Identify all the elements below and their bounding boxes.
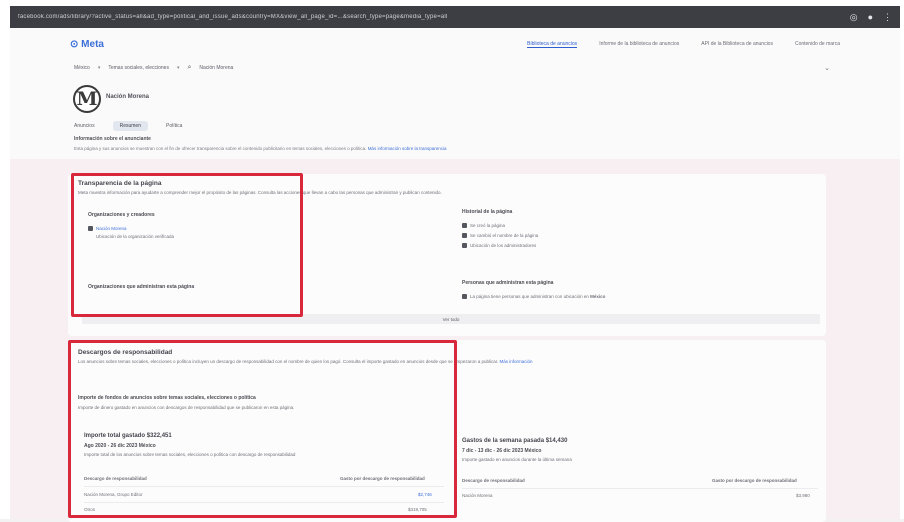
- week-spent-desc: Importe gastado en anuncios durante la ú…: [462, 457, 572, 462]
- history-item: Se creó la página: [462, 223, 505, 229]
- week-row-amount: $3,980: [796, 493, 810, 498]
- search-input[interactable]: Nación Morena: [199, 65, 233, 71]
- nav-ad-library-api[interactable]: API de la Biblioteca de anuncios: [701, 41, 773, 48]
- browser-toolbar: facebook.com/ads/library/?active_status=…: [10, 6, 900, 28]
- tab-summary[interactable]: Resumen: [112, 121, 148, 131]
- location-icon: [462, 243, 467, 249]
- tab-policy[interactable]: Política: [166, 123, 182, 129]
- edit-icon: [462, 233, 467, 239]
- extensions-icon[interactable]: ◎: [850, 12, 858, 23]
- menu-icon[interactable]: ⋮: [883, 12, 892, 23]
- profile-icon[interactable]: ●: [868, 12, 873, 23]
- nav-branded-content[interactable]: Contenido de marca: [795, 41, 840, 48]
- week-spent-title: Gastos de la semana pasada $14,430: [462, 438, 568, 444]
- chevron-down-icon: ▾: [176, 65, 180, 71]
- browser-icons: ◎ ● ⋮: [850, 12, 892, 23]
- meta-logo[interactable]: ⊙ Meta: [70, 39, 104, 50]
- url-bar[interactable]: facebook.com/ads/library/?active_status=…: [18, 14, 668, 20]
- learn-more-link[interactable]: Más información: [500, 359, 533, 364]
- page-avatar[interactable]: M: [73, 85, 101, 113]
- week-row-name[interactable]: Nación Morena: [462, 493, 493, 498]
- highlight-box: [68, 340, 457, 518]
- nav-ad-library[interactable]: Biblioteca de anuncios: [527, 41, 578, 48]
- people-text: La página tiene personas que administran…: [462, 294, 605, 300]
- top-navigation: ⊙ Meta Biblioteca de anuncios Informe de…: [70, 36, 840, 52]
- history-item: Se cambió el nombre de la página: [462, 233, 538, 239]
- people-icon: [462, 294, 467, 300]
- page-title: Nación Morena: [106, 94, 150, 100]
- nav-links: Biblioteca de anuncios Informe de la bib…: [527, 41, 840, 48]
- ads-library-page: ⊙ Meta Biblioteca de anuncios Informe de…: [10, 28, 900, 522]
- page-people-title: Personas que administran esta página: [462, 280, 554, 286]
- screenshot-photo: facebook.com/ads/library/?active_status=…: [0, 0, 904, 522]
- category-select[interactable]: Temas sociales, elecciones: [108, 65, 169, 71]
- history-item: Ubicación de los administradores: [462, 243, 536, 249]
- highlight-box: [71, 173, 303, 317]
- col-header-disclaimer-week: Descargo de responsabilidad: [462, 478, 525, 483]
- collapse-icon[interactable]: ⌄: [824, 64, 830, 72]
- advertiser-info-text: Esta página y sus anuncios se muestran c…: [74, 146, 447, 151]
- tab-ads[interactable]: Anuncios: [74, 123, 95, 129]
- search-filters: México ▾ Temas sociales, elecciones ▾ ⌕ …: [74, 62, 830, 74]
- page-tabs: Anuncios Resumen Política: [74, 121, 182, 131]
- advertiser-info-title: Información sobre el anunciante: [74, 136, 151, 142]
- col-header-spend-week: Gasto por descargo de responsabilidad: [712, 478, 797, 483]
- nav-ad-library-report[interactable]: Informe de la biblioteca de anuncios: [599, 41, 679, 48]
- search-icon: ⌕: [187, 64, 192, 71]
- page-history-title: Historial de la página: [462, 209, 513, 215]
- flag-icon: [462, 223, 467, 229]
- transparency-link[interactable]: Más información sobre la transparencia: [368, 146, 447, 151]
- country-select[interactable]: México: [74, 65, 90, 71]
- week-spent-range: 7 dic - 13 dic - 26 dic 2023 México: [462, 448, 542, 454]
- chevron-down-icon: ▾: [97, 65, 101, 71]
- divider: [462, 488, 818, 489]
